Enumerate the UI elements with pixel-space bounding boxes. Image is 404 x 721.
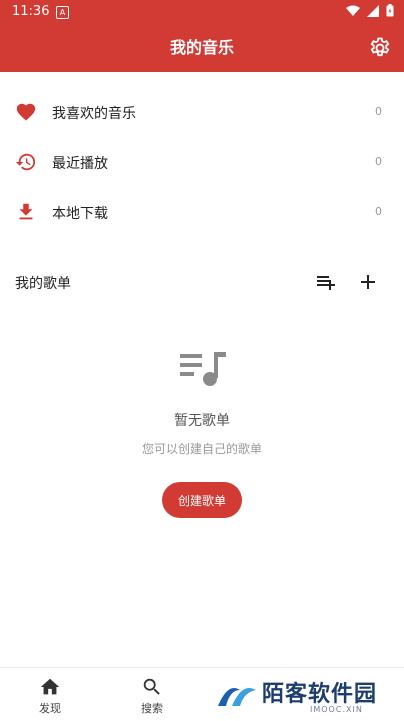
nav-tab-label: 发现 xyxy=(39,702,61,715)
watermark-text: 陌客软件园 xyxy=(262,681,378,707)
home-icon xyxy=(40,678,60,695)
menu-item-favorites[interactable]: 我喜欢的音乐 0 xyxy=(0,88,404,138)
create-playlist-button[interactable]: 创建歌单 xyxy=(162,482,242,518)
empty-state-title: 暂无歌单 xyxy=(174,413,230,429)
menu-item-downloads[interactable]: 本地下载 0 xyxy=(0,188,404,238)
nav-tab-search[interactable]: 搜索 xyxy=(122,668,182,721)
system-icons xyxy=(346,4,394,17)
menu-item-label: 我喜欢的音乐 xyxy=(52,106,136,122)
playlist-empty-icon xyxy=(180,352,226,386)
menu-item-label: 本地下载 xyxy=(52,206,108,222)
download-icon xyxy=(19,203,33,220)
watermark: 陌客软件园 IMOOC.XIN xyxy=(210,672,400,718)
search-icon xyxy=(143,678,160,695)
nav-tab-label: 搜索 xyxy=(141,702,163,715)
battery-icon xyxy=(386,4,394,17)
menu-item-count: 0 xyxy=(375,155,382,168)
wifi-icon xyxy=(346,5,360,16)
playlists-header: 我的歌单 xyxy=(0,262,404,302)
history-icon xyxy=(15,153,36,171)
playlists-title: 我的歌单 xyxy=(15,276,71,292)
app-bar: 我的音乐 xyxy=(0,24,404,72)
gear-icon[interactable] xyxy=(368,36,392,60)
menu-item-count: 0 xyxy=(375,105,382,118)
notification-badge: A xyxy=(56,6,69,19)
signal-icon xyxy=(367,4,379,17)
menu-item-recent[interactable]: 最近播放 0 xyxy=(0,138,404,188)
add-playlist-icon[interactable] xyxy=(356,270,380,294)
menu-item-count: 0 xyxy=(375,205,382,218)
watermark-logo-icon xyxy=(218,688,256,706)
status-bar: 11:36 A xyxy=(0,0,404,24)
empty-state-subtitle: 您可以创建自己的歌单 xyxy=(141,442,262,456)
playlist-add-icon[interactable] xyxy=(314,270,338,294)
nav-tab-discover[interactable]: 发现 xyxy=(20,668,80,721)
watermark-subtext: IMOOC.XIN xyxy=(310,705,363,714)
menu-item-label: 最近播放 xyxy=(52,156,108,172)
status-time: 11:36 xyxy=(12,4,50,19)
heart-icon xyxy=(16,103,36,121)
page-title: 我的音乐 xyxy=(169,38,234,57)
